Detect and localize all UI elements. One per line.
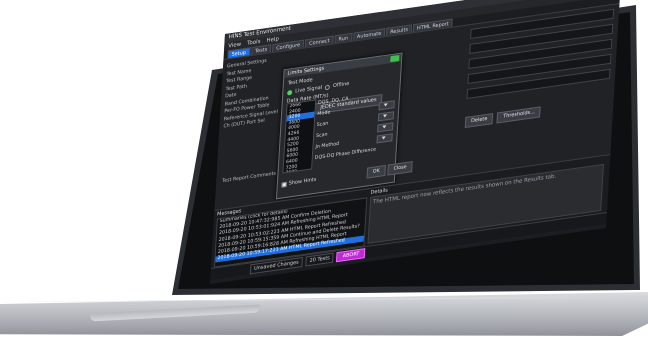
live-signal-label: Live Signal bbox=[294, 84, 323, 95]
option-label: Mode bbox=[317, 110, 331, 118]
option-label: Scan bbox=[315, 132, 328, 140]
abort-button[interactable]: ABORT bbox=[336, 247, 366, 262]
mode-dropdown[interactable] bbox=[378, 99, 395, 110]
settings-fields bbox=[466, 8, 615, 104]
dialog-options: DQS, DQ, CA Mode Scan Scan Jn Method DQS… bbox=[314, 88, 395, 165]
close-button[interactable]: Close bbox=[387, 161, 413, 176]
show-hints-checkbox[interactable] bbox=[281, 181, 287, 188]
scan-dropdown-2[interactable] bbox=[377, 121, 394, 132]
test-mode-label: Test Mode bbox=[287, 77, 313, 87]
data-rate-list[interactable]: 2666 2400 3200 3600 4000 4266 4400 5200 5600 6000… bbox=[282, 99, 317, 174]
ok-button[interactable]: OK bbox=[366, 164, 386, 179]
option-label: Scan bbox=[316, 121, 329, 129]
offline-label: Offline bbox=[332, 80, 350, 90]
live-signal-radio[interactable] bbox=[287, 89, 293, 96]
option-label: Jn Method bbox=[315, 141, 340, 151]
side-button-group: Delete Thresholds... bbox=[464, 106, 542, 128]
show-hints-row: Show Hints bbox=[281, 176, 317, 188]
option-label: DQS, DQ, CA bbox=[317, 96, 349, 107]
scan-dropdown[interactable] bbox=[377, 110, 395, 121]
show-hints-label: Show Hints bbox=[288, 176, 317, 187]
offline-radio[interactable] bbox=[324, 84, 331, 90]
dialog-actions: OK Close bbox=[366, 161, 413, 179]
method-dropdown[interactable] bbox=[376, 132, 393, 143]
test-count-status: 20 Tests bbox=[305, 252, 335, 267]
thresholds-button[interactable]: Thresholds... bbox=[496, 106, 542, 124]
delete-button[interactable]: Delete bbox=[464, 113, 494, 128]
limits-dialog: Limits Settings Test Mode Live Signal Of… bbox=[275, 52, 413, 200]
